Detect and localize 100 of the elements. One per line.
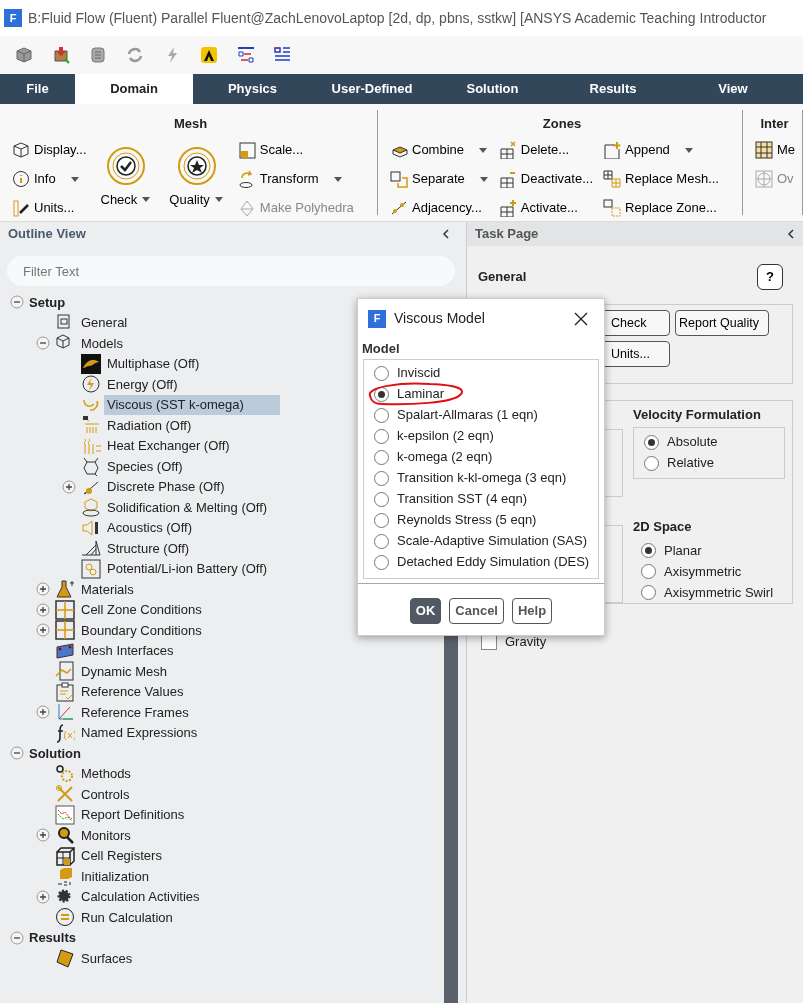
ribbon-tab[interactable]: Physics bbox=[193, 74, 312, 104]
ribbon-button[interactable]: Delete... bbox=[498, 137, 594, 163]
radio-button[interactable] bbox=[374, 470, 389, 486]
tree-item[interactable]: Materials bbox=[78, 579, 137, 599]
option-label: k-epsilon (2 eqn) bbox=[397, 427, 494, 446]
tree-item[interactable]: Radiation (Off) bbox=[104, 415, 195, 435]
expand-icon[interactable] bbox=[62, 479, 76, 494]
radio-button[interactable] bbox=[374, 533, 389, 549]
task-button[interactable]: Report Quality bbox=[675, 310, 769, 336]
tree-item[interactable]: Boundary Conditions bbox=[78, 620, 205, 640]
ribbon-button[interactable]: Replace Mesh... bbox=[603, 166, 719, 192]
ribbon-button[interactable]: Separate bbox=[390, 166, 489, 192]
ribbon-tab[interactable]: Domain bbox=[75, 74, 193, 104]
tree-item[interactable]: Cell Registers bbox=[78, 846, 165, 866]
tree-item[interactable]: Report Definitions bbox=[78, 805, 188, 825]
dialog-button[interactable]: Cancel bbox=[449, 597, 504, 624]
ribbon-button[interactable]: Transform bbox=[237, 166, 354, 192]
ribbon-button[interactable]: Append bbox=[603, 137, 719, 163]
tree-item[interactable]: Dynamic Mesh bbox=[78, 661, 170, 681]
tree-item[interactable]: Mesh Interfaces bbox=[78, 641, 177, 661]
radio-button[interactable] bbox=[374, 554, 389, 570]
help-button[interactable]: ? bbox=[757, 264, 783, 290]
tree-item[interactable]: Monitors bbox=[78, 825, 134, 845]
ribbon-button[interactable]: Combine bbox=[390, 137, 489, 163]
expand-icon[interactable] bbox=[36, 889, 50, 904]
tree-item[interactable]: Reference Frames bbox=[78, 702, 192, 722]
tree-item[interactable]: Species (Off) bbox=[104, 456, 186, 476]
transfer-icon[interactable] bbox=[236, 45, 256, 65]
tree-item[interactable]: Named Expressions bbox=[78, 723, 201, 743]
ribbon-tab[interactable]: Results bbox=[553, 74, 673, 104]
tree-item[interactable]: Methods bbox=[78, 764, 134, 784]
collapse-icon[interactable] bbox=[442, 229, 450, 239]
tree-item[interactable]: Potential/Li-ion Battery (Off) bbox=[104, 559, 271, 579]
cylinder-icon[interactable] bbox=[88, 45, 108, 65]
ribbon-button[interactable]: Units... bbox=[12, 195, 87, 221]
ribbon-button[interactable]: Replace Zone... bbox=[603, 195, 719, 221]
expand-icon[interactable] bbox=[36, 602, 50, 617]
tree-item[interactable]: Cell Zone Conditions bbox=[78, 600, 205, 620]
ribbon-button[interactable]: Quality bbox=[165, 143, 228, 211]
grid-icon bbox=[55, 620, 75, 641]
expand-icon[interactable] bbox=[36, 828, 50, 843]
tree-item[interactable]: Solution bbox=[26, 743, 84, 763]
tree-item[interactable]: Run Calculation bbox=[78, 907, 176, 927]
check-dial-icon bbox=[105, 145, 146, 186]
radio-button[interactable] bbox=[641, 564, 656, 579]
ribbon-tab[interactable]: File bbox=[0, 74, 75, 104]
radio-button[interactable] bbox=[374, 491, 389, 507]
ribbon-button[interactable]: Activate... bbox=[498, 195, 594, 221]
radio-button[interactable] bbox=[641, 543, 656, 558]
tree-item[interactable]: Surfaces bbox=[78, 948, 136, 968]
tree-item[interactable]: Reference Values bbox=[78, 682, 187, 702]
tree-item[interactable]: Discrete Phase (Off) bbox=[104, 477, 228, 497]
expand-icon[interactable] bbox=[36, 623, 50, 638]
tree-item[interactable]: Solidification & Melting (Off) bbox=[104, 497, 271, 517]
option-label: Absolute bbox=[667, 433, 718, 452]
radio-button[interactable] bbox=[644, 455, 659, 471]
tree-item[interactable]: General bbox=[78, 313, 131, 333]
tree-item[interactable]: Heat Exchanger (Off) bbox=[104, 436, 233, 456]
tree-item[interactable]: Initialization bbox=[78, 866, 152, 886]
ribbon-button[interactable]: Check bbox=[96, 143, 156, 211]
ribbon-tab[interactable]: User-Defined bbox=[312, 74, 432, 104]
box-icon[interactable] bbox=[51, 45, 71, 65]
tree-item[interactable]: Calculation Activities bbox=[78, 887, 203, 907]
refresh-icon[interactable] bbox=[125, 45, 145, 65]
tree-item[interactable]: Structure (Off) bbox=[104, 538, 193, 558]
radio-button[interactable] bbox=[374, 407, 389, 423]
radio-button[interactable] bbox=[374, 512, 389, 528]
cell-cube-icon bbox=[55, 845, 75, 866]
ribbon-button[interactable]: Display... bbox=[12, 137, 87, 163]
ribbon-tab[interactable]: Solution bbox=[432, 74, 553, 104]
tree-item[interactable]: Models bbox=[78, 333, 126, 353]
peak-logo-icon[interactable] bbox=[199, 45, 219, 65]
filter-field[interactable]: Filter Text bbox=[7, 256, 455, 286]
dialog-button[interactable]: Help bbox=[512, 597, 553, 624]
collapse-icon[interactable] bbox=[787, 229, 795, 239]
ribbon-button[interactable]: Me bbox=[755, 137, 796, 163]
section-title: General bbox=[478, 268, 527, 287]
tree-item[interactable]: Results bbox=[26, 928, 79, 948]
expand-icon[interactable] bbox=[36, 582, 50, 597]
ribbon-button[interactable]: Scale... bbox=[237, 137, 354, 163]
cube-icon[interactable] bbox=[14, 45, 34, 65]
radio-button[interactable] bbox=[374, 365, 389, 381]
ribbon-button[interactable]: Adjacency... bbox=[390, 195, 489, 221]
close-icon[interactable] bbox=[574, 311, 588, 326]
ribbon-button[interactable]: Deactivate... bbox=[498, 166, 594, 192]
ribbon-button[interactable]: Info bbox=[12, 166, 87, 192]
radio-button[interactable] bbox=[374, 428, 389, 444]
tree-item[interactable]: Multiphase (Off) bbox=[104, 354, 203, 374]
tree-item[interactable]: Setup bbox=[26, 292, 69, 312]
radio-button[interactable] bbox=[641, 585, 656, 600]
ribbon-tab[interactable]: View bbox=[673, 74, 793, 104]
radio-button[interactable] bbox=[374, 449, 389, 465]
tree-item[interactable]: Energy (Off) bbox=[104, 374, 181, 394]
tree-item[interactable]: Controls bbox=[78, 784, 133, 804]
expand-icon[interactable] bbox=[36, 705, 50, 720]
tree-item[interactable]: Viscous (SST k-omega) bbox=[104, 395, 280, 415]
grid-icon bbox=[55, 599, 75, 620]
radio-button[interactable] bbox=[644, 434, 659, 450]
dialog-button[interactable]: OK bbox=[409, 597, 442, 624]
tree-item[interactable]: Acoustics (Off) bbox=[104, 518, 195, 538]
